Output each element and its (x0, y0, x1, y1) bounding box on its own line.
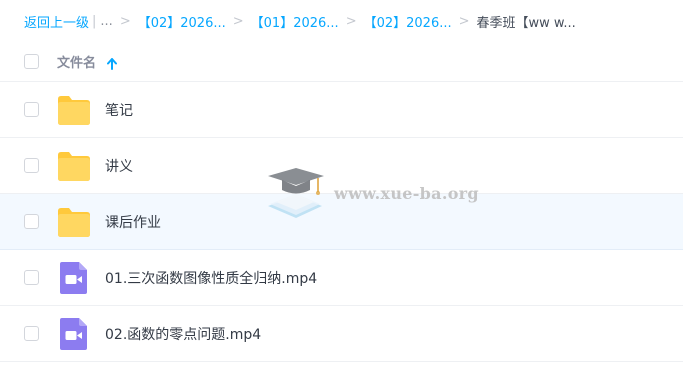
row-checkbox[interactable] (24, 270, 39, 285)
breadcrumb-item[interactable]: 【02】2026... (364, 12, 452, 31)
video-file-icon (56, 317, 92, 351)
file-name[interactable]: 讲义 (105, 156, 133, 176)
breadcrumb: 返回上一级 | ... > 【02】2026... > 【01】2026... … (0, 0, 683, 42)
back-link[interactable]: 返回上一级 (24, 12, 89, 31)
breadcrumb-separator: > (232, 13, 244, 29)
breadcrumb-separator: > (119, 13, 131, 29)
column-header-filename[interactable]: 文件名 (57, 52, 96, 71)
row-checkbox[interactable] (24, 326, 39, 341)
file-name[interactable]: 课后作业 (105, 212, 161, 232)
breadcrumb-item[interactable]: 【02】2026... (138, 12, 226, 31)
file-row[interactable]: 02.函数的零点问题.mp4 (0, 306, 683, 362)
breadcrumb-separator: > (458, 13, 470, 29)
file-list-header: 文件名 (0, 42, 683, 82)
breadcrumb-current: 春季班【ww w... (476, 15, 576, 31)
arrow-up-icon[interactable] (107, 55, 117, 74)
row-checkbox[interactable] (24, 102, 39, 117)
folder-icon (56, 149, 92, 183)
file-name[interactable]: 笔记 (105, 100, 133, 120)
select-all-checkbox[interactable] (24, 54, 39, 69)
folder-icon (56, 93, 92, 127)
folder-icon (56, 205, 92, 239)
breadcrumb-ellipsis[interactable]: ... (100, 14, 112, 29)
breadcrumb-separator: > (345, 13, 357, 29)
file-name[interactable]: 02.函数的零点问题.mp4 (105, 324, 261, 344)
breadcrumb-item[interactable]: 【01】2026... (251, 12, 339, 31)
file-row[interactable]: 01.三次函数图像性质全归纳.mp4 (0, 250, 683, 306)
row-checkbox[interactable] (24, 158, 39, 173)
row-checkbox[interactable] (24, 214, 39, 229)
file-row[interactable]: 讲义 (0, 138, 683, 194)
file-row[interactable]: 课后作业 (0, 194, 683, 250)
file-row[interactable]: 笔记 (0, 82, 683, 138)
file-name[interactable]: 01.三次函数图像性质全归纳.mp4 (105, 268, 317, 288)
breadcrumb-divider: | (92, 13, 97, 29)
video-file-icon (56, 261, 92, 295)
